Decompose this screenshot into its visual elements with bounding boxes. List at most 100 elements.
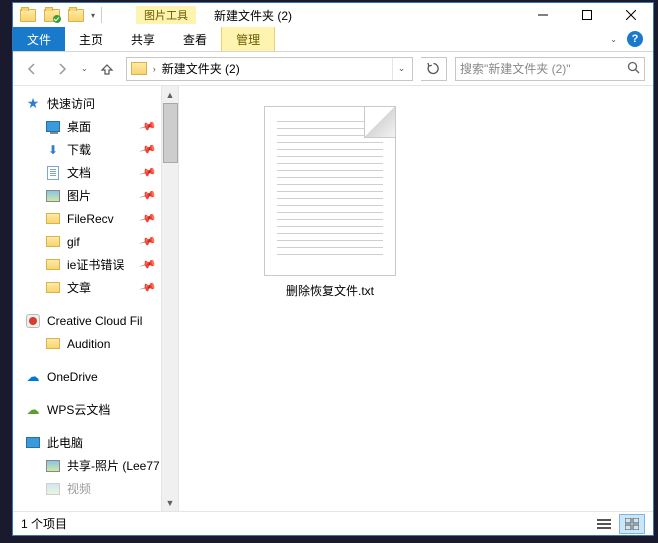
sidebar-item-gif[interactable]: gif 📌 [13, 230, 161, 253]
sidebar-quick-access[interactable]: ★ 快速访问 [13, 92, 161, 115]
sidebar-item-audition[interactable]: Audition [13, 332, 161, 355]
pin-icon: 📌 [139, 209, 157, 227]
details-view-button[interactable] [591, 514, 617, 534]
sidebar-item-label: 此电脑 [47, 434, 83, 451]
wps-icon: ☁ [25, 402, 41, 418]
pin-icon: 📌 [139, 117, 157, 135]
tab-home[interactable]: 主页 [65, 27, 117, 51]
tab-file[interactable]: 文件 [13, 27, 65, 51]
minimize-button[interactable] [521, 3, 565, 27]
forward-button[interactable] [51, 58, 73, 80]
pin-icon: 📌 [139, 232, 157, 250]
picture-icon [45, 188, 61, 204]
file-name: 删除恢复文件.txt [286, 282, 374, 299]
sidebar-item-label: Creative Cloud Fil [47, 314, 142, 328]
folder-icon [45, 280, 61, 296]
sidebar-item-label: 下载 [67, 141, 91, 158]
history-dropdown-icon[interactable]: ⌄ [81, 64, 88, 73]
folder-icon [45, 234, 61, 250]
search-input[interactable] [460, 62, 627, 76]
close-button[interactable] [609, 3, 653, 27]
qat-new-folder-icon[interactable] [67, 6, 85, 24]
onedrive-icon: ☁ [25, 369, 41, 385]
contextual-tab-label: 图片工具 [136, 6, 196, 24]
up-button[interactable] [96, 58, 118, 80]
desktop-icon [45, 119, 61, 135]
sidebar-item-ie-cert[interactable]: ie证书错误 📌 [13, 253, 161, 276]
window-title: 新建文件夹 (2) [214, 7, 292, 24]
sidebar-item-label: ie证书错误 [67, 256, 124, 273]
document-icon [45, 165, 61, 181]
sidebar-item-downloads[interactable]: ⬇ 下载 📌 [13, 138, 161, 161]
pin-icon: 📌 [139, 278, 157, 296]
sidebar-item-pictures[interactable]: 图片 📌 [13, 184, 161, 207]
qat-folder-properties-icon[interactable] [43, 6, 61, 24]
file-list[interactable]: 删除恢复文件.txt [179, 86, 653, 511]
text-file-icon [264, 106, 396, 276]
sidebar-item-label: FileRecv [67, 212, 114, 226]
tab-share[interactable]: 共享 [117, 27, 169, 51]
help-icon[interactable]: ? [627, 31, 643, 47]
folder-icon [45, 211, 61, 227]
scroll-thumb[interactable] [163, 103, 178, 163]
sidebar-creative-cloud[interactable]: Creative Cloud Fil [13, 309, 161, 332]
sidebar-item-filerecv[interactable]: FileRecv 📌 [13, 207, 161, 230]
sidebar-item-documents[interactable]: 文档 📌 [13, 161, 161, 184]
download-icon: ⬇ [45, 142, 61, 158]
sidebar-onedrive[interactable]: ☁ OneDrive [13, 365, 161, 388]
sidebar-item-label: 图片 [67, 187, 91, 204]
sidebar-item-desktop[interactable]: 桌面 📌 [13, 115, 161, 138]
sidebar-item-shared-photos[interactable]: 共享-照片 (Lee77 [13, 454, 161, 477]
back-button[interactable] [21, 58, 43, 80]
sidebar-wps[interactable]: ☁ WPS云文档 [13, 398, 161, 421]
sidebar-item-label: 视频 [67, 480, 91, 497]
sidebar-item-label: 桌面 [67, 118, 91, 135]
title-bar: ▾ 图片工具 新建文件夹 (2) [13, 3, 653, 27]
item-count: 1 个项目 [21, 515, 67, 532]
expand-ribbon-icon[interactable]: ⌄ [610, 35, 617, 44]
navigation-pane: ★ 快速访问 桌面 📌 ⬇ 下载 📌 文档 📌 [13, 86, 179, 511]
tab-manage[interactable]: 管理 [221, 27, 275, 51]
pin-icon: 📌 [139, 163, 157, 181]
ribbon-tabs: 文件 主页 共享 查看 管理 ⌄ ? [13, 27, 653, 52]
file-item[interactable]: 删除恢复文件.txt [249, 106, 411, 299]
quick-access-toolbar: ▾ [13, 6, 108, 24]
sidebar-item-label: OneDrive [47, 370, 98, 384]
chevron-right-icon[interactable]: › [151, 64, 158, 74]
folder-icon [45, 336, 61, 352]
qat-folder-icon[interactable] [19, 6, 37, 24]
sidebar-item-label: 文档 [67, 164, 91, 181]
sidebar-scrollbar[interactable]: ▲ ▼ [161, 86, 178, 511]
tab-view[interactable]: 查看 [169, 27, 221, 51]
search-icon[interactable] [627, 61, 640, 77]
refresh-button[interactable] [421, 57, 447, 81]
icons-view-button[interactable] [619, 514, 645, 534]
pin-icon: 📌 [139, 140, 157, 158]
address-bar[interactable]: › 新建文件夹 (2) ⌄ [126, 57, 413, 81]
search-box[interactable] [455, 57, 645, 81]
pc-icon [25, 435, 41, 451]
creative-cloud-icon [25, 313, 41, 329]
sidebar-item-label: 文章 [67, 279, 91, 296]
scroll-down-icon[interactable]: ▼ [162, 494, 178, 511]
picture-icon [45, 458, 61, 474]
sidebar-item-truncated[interactable]: 视频 [13, 477, 161, 500]
pin-icon: 📌 [139, 255, 157, 273]
address-dropdown-icon[interactable]: ⌄ [392, 58, 410, 80]
pin-icon: 📌 [139, 186, 157, 204]
address-bar-row: ⌄ › 新建文件夹 (2) ⌄ [13, 52, 653, 86]
sidebar-item-articles[interactable]: 文章 📌 [13, 276, 161, 299]
sidebar-item-label: 快速访问 [47, 95, 95, 112]
qat-customize-icon[interactable]: ▾ [91, 11, 95, 20]
address-path[interactable]: 新建文件夹 (2) [162, 60, 388, 77]
sidebar-this-pc[interactable]: 此电脑 [13, 431, 161, 454]
window-controls [521, 3, 653, 27]
maximize-button[interactable] [565, 3, 609, 27]
scroll-up-icon[interactable]: ▲ [162, 86, 178, 103]
separator [101, 7, 102, 23]
sidebar-item-label: Audition [67, 337, 110, 351]
status-bar: 1 个项目 [13, 511, 653, 535]
folder-icon [131, 62, 147, 75]
star-icon: ★ [25, 96, 41, 112]
sidebar-item-label: WPS云文档 [47, 401, 110, 418]
